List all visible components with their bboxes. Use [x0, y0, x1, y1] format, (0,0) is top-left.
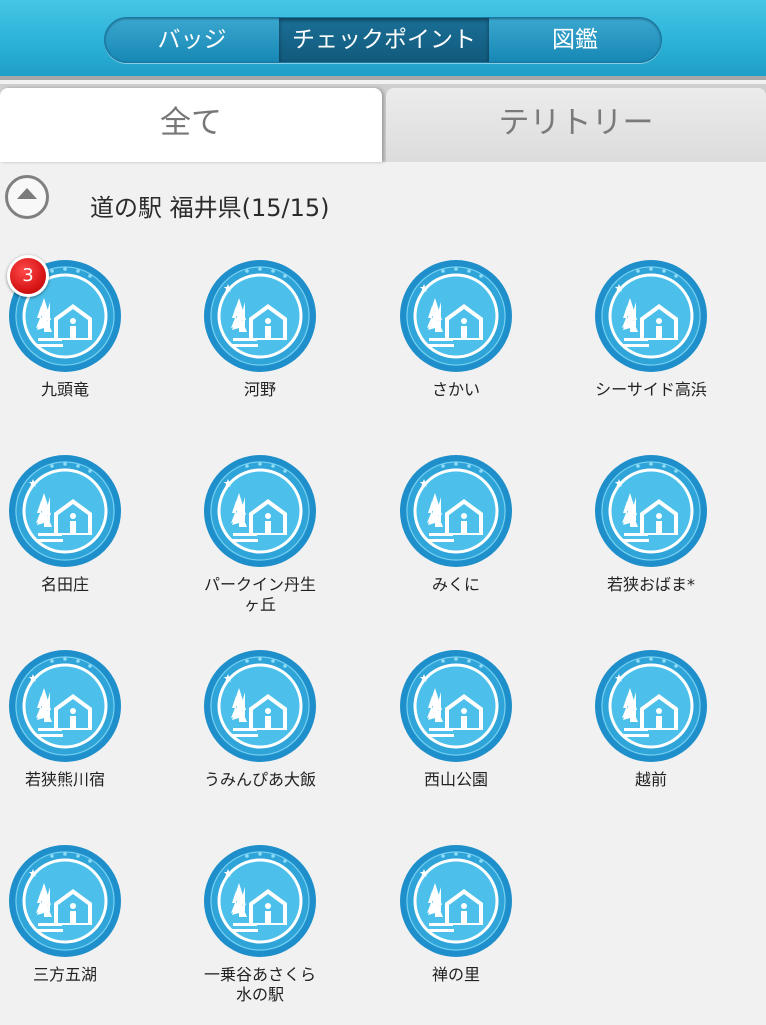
checkpoint-label: 若狭おばま*	[606, 575, 695, 594]
checkpoint-tile[interactable]: 一乗谷あさくら 水の駅	[170, 835, 350, 1025]
roadside-station-badge-icon	[593, 648, 709, 764]
roadside-station-badge-icon	[202, 843, 318, 959]
segment-badges[interactable]: バッジ	[105, 18, 279, 62]
checkpoint-tile[interactable]: 若狭熊川宿	[0, 640, 155, 830]
segment-checkpoints[interactable]: チェックポイント	[279, 18, 489, 62]
visit-count-badge: 3	[7, 255, 49, 297]
checkpoint-label: うみんぴあ大飯	[203, 770, 316, 789]
checkpoint-label: みくに	[431, 575, 480, 594]
checkpoint-label: 越前	[634, 770, 667, 789]
roadside-station-badge-icon	[398, 258, 514, 374]
checkpoint-tile[interactable]: 越前	[561, 640, 741, 830]
roadside-station-badge-icon	[202, 258, 318, 374]
checkpoint-label: 三方五湖	[32, 965, 97, 984]
roadside-station-badge-icon	[202, 648, 318, 764]
checkpoint-tile[interactable]: 三方五湖	[0, 835, 155, 1025]
roadside-station-badge-icon	[398, 648, 514, 764]
checkpoint-label: 若狭熊川宿	[24, 770, 105, 789]
tab-territory[interactable]: テリトリー	[386, 88, 766, 162]
checkpoint-label: さかい	[431, 380, 480, 399]
tab-bar: 全て テリトリー	[0, 84, 766, 162]
checkpoint-tile[interactable]: 禅の里	[366, 835, 546, 1025]
checkpoint-tile[interactable]: みくに	[366, 445, 546, 635]
roadside-station-badge-icon	[7, 648, 123, 764]
checkpoint-tile[interactable]: 九頭竜 3	[0, 250, 155, 440]
checkpoint-label: 河野	[243, 380, 276, 399]
roadside-station-badge-icon	[398, 453, 514, 569]
section-title: 道の駅 福井県(15/15)	[90, 194, 330, 222]
checkpoint-label: 西山公園	[423, 770, 488, 789]
roadside-station-badge-icon	[7, 453, 123, 569]
checkpoint-tile[interactable]: シーサイド高浜	[561, 250, 741, 440]
roadside-station-badge-icon	[7, 843, 123, 959]
checkpoint-tile[interactable]: うみんぴあ大飯	[170, 640, 350, 830]
section-header: 道の駅 福井県(15/15)	[0, 162, 766, 242]
roadside-station-badge-icon	[593, 453, 709, 569]
segmented-control: バッジ チェックポイント 図鑑	[104, 17, 662, 63]
checkpoint-label: 名田庄	[40, 575, 89, 594]
chevron-up-icon	[17, 188, 37, 199]
roadside-station-badge-icon	[398, 843, 514, 959]
roadside-station-badge-icon	[593, 258, 709, 374]
checkpoint-label: 一乗谷あさくら 水の駅	[203, 965, 316, 1004]
checkpoint-tile[interactable]: さかい	[366, 250, 546, 440]
tab-all[interactable]: 全て	[0, 88, 382, 162]
checkpoint-tile[interactable]: 河野	[170, 250, 350, 440]
checkpoint-label: パークイン丹生 ヶ丘	[203, 575, 316, 614]
checkpoint-tile[interactable]: 西山公園	[366, 640, 546, 830]
checkpoint-tile[interactable]: 名田庄	[0, 445, 155, 635]
checkpoint-label: 禅の里	[431, 965, 480, 984]
checkpoint-label: 九頭竜	[40, 380, 89, 399]
roadside-station-badge-icon	[202, 453, 318, 569]
checkpoint-label: シーサイド高浜	[595, 380, 707, 399]
collapse-button[interactable]	[5, 175, 49, 219]
top-bar: バッジ チェックポイント 図鑑	[0, 0, 766, 80]
checkpoint-tile[interactable]: パークイン丹生 ヶ丘	[170, 445, 350, 635]
checkpoint-tile[interactable]: 若狭おばま*	[561, 445, 741, 635]
segment-encyclopedia[interactable]: 図鑑	[489, 18, 661, 62]
